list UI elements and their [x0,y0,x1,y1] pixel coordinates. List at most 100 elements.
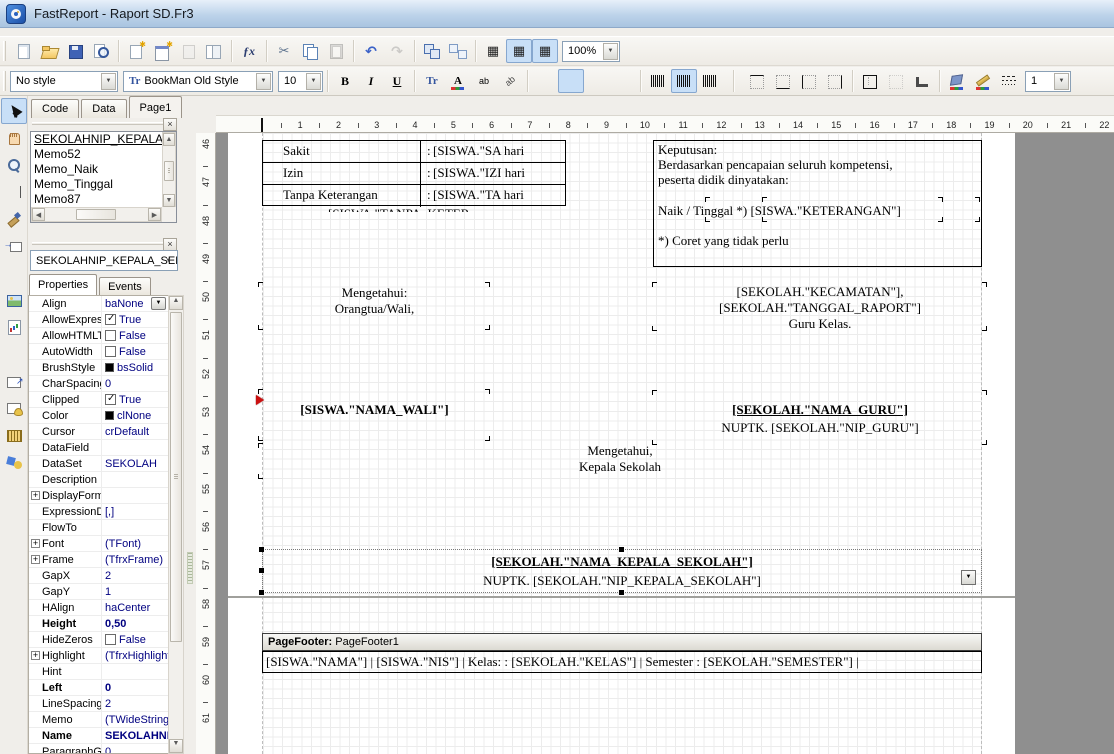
Memo87[interactable]: Memo87 [31,192,162,207]
chevron-down-icon[interactable]: ▼ [306,73,321,90]
property-value[interactable]: 1 [102,584,168,599]
line-width-select[interactable]: 1 ▼ [1025,71,1071,92]
data-object-button[interactable] [1,395,27,421]
toolbar-grip[interactable] [3,71,6,91]
GapY[interactable]: GapY 1 [29,584,168,600]
SEKOLAHNIP_KEPALA_SEKO[interactable]: SEKOLAHNIP_KEPALA_SEKO [31,132,162,147]
property-value[interactable]: (TfrxFrame) [102,552,168,567]
checkbox-icon[interactable] [105,330,116,341]
expand-icon[interactable] [29,744,42,754]
panel-splitter[interactable] [32,122,172,125]
HideZeros[interactable]: HideZeros False [29,632,168,648]
text-edit-tool[interactable] [1,179,27,205]
insert-band-button[interactable] [1,233,27,259]
frame-left-button[interactable] [796,69,822,93]
nama-wali-memo[interactable]: [SISWA."NAMA_WALI"] [262,402,487,418]
valign-top-button[interactable] [645,69,671,93]
frame-edit-button[interactable] [909,69,935,93]
preview-button[interactable] [88,39,114,63]
property-value[interactable]: 0,50 [102,616,168,631]
expand-icon[interactable] [29,520,42,535]
frame-bottom-button[interactable] [770,69,796,93]
Memo52[interactable]: Memo52 [31,147,162,162]
Frame[interactable]: + Frame (TfrxFrame) [29,552,168,568]
align-left-button[interactable] [532,69,558,93]
ExpressionDe[interactable]: ExpressionDe [,] [29,504,168,520]
property-value[interactable]: True [102,392,168,407]
checkbox-icon[interactable] [105,394,116,405]
scroll-up-icon[interactable]: ▲ [163,133,175,146]
Cursor[interactable]: Cursor crDefault [29,424,168,440]
select-tool[interactable] [1,98,27,124]
close-icon[interactable]: × [163,118,177,131]
ParagraphGa[interactable]: ParagraphGa 0 [29,744,168,754]
sum-object-button[interactable] [1,341,27,367]
property-value[interactable]: (TWideStrings) [102,712,168,727]
ole-object-button[interactable] [1,449,27,475]
frame-right-button[interactable] [822,69,848,93]
highlight-button[interactable]: ab [471,69,497,93]
valign-center-button[interactable] [671,69,697,93]
property-value[interactable]: 0 [102,376,168,391]
report-design-canvas[interactable]: Sakit : [SISWA."SA hari Izin : [SISWA."I… [216,133,1114,754]
chart-object-button[interactable] [1,314,27,340]
checkbox-icon[interactable] [105,314,116,325]
redo-button[interactable]: ↷ [384,39,410,63]
HAlign[interactable]: HAlign haCenter [29,600,168,616]
Events[interactable]: Events [99,277,151,295]
DataField[interactable]: DataField [29,440,168,456]
save-report-button[interactable] [62,39,88,63]
expand-icon[interactable]: + [29,552,42,567]
scroll-down-icon[interactable]: ▼ [163,194,175,207]
property-value[interactable]: SEKOLAHNIP_KEPALA_SEKOLAH [102,728,168,743]
table-row[interactable]: Tanpa Keterangan : [SISWA."TA hari [263,185,565,207]
property-value[interactable]: [,] [102,504,168,519]
zoom-select[interactable]: 100% ▼ [562,41,620,62]
AllowHTMLTa[interactable]: AllowHTMLTa False [29,328,168,344]
expand-icon[interactable] [29,664,42,679]
property-grid-scrollbar[interactable]: ▲ ▼ [168,295,184,754]
property-value[interactable]: (TfrxHighlight) [102,648,168,663]
expand-icon[interactable] [29,568,42,583]
page-settings-button[interactable] [201,39,227,63]
Clipped[interactable]: Clipped True [29,392,168,408]
size-to-grid-button[interactable]: ▦ [532,39,558,63]
copy-button[interactable] [297,39,323,63]
property-value[interactable] [102,488,168,503]
align-right-button[interactable] [584,69,610,93]
nama-kepala-sekolah-memo-selected[interactable]: [SEKOLAH."NAMA_KEPALA_SEKOLAH"] NUPTK. [… [262,549,982,593]
frame-all-button[interactable] [857,69,883,93]
Highlight[interactable]: + Highlight (TfrxHighlight) [29,648,168,664]
toolbar-grip[interactable] [3,41,6,61]
chevron-down-icon[interactable]: ▼ [161,252,176,269]
font-select[interactable]: Tr BookMan Old Style ▼ [123,71,273,92]
frame-top-button[interactable] [744,69,770,93]
property-value[interactable] [102,664,168,679]
property-value[interactable] [102,520,168,535]
underline-button[interactable]: U [384,69,410,93]
selection-handle[interactable] [619,590,624,595]
ungroup-button[interactable] [445,39,471,63]
expand-icon[interactable]: + [29,536,42,551]
expand-icon[interactable] [29,680,42,695]
Memo_Tinggal[interactable]: Memo_Tinggal [31,177,162,192]
table-row[interactable]: Izin : [SISWA."IZI hari [263,163,565,185]
expand-icon[interactable] [29,712,42,727]
variables-button[interactable]: ƒx [236,39,262,63]
decision-memo[interactable]: Keputusan: Berdasarkan pencapaian seluru… [653,140,982,267]
expand-icon[interactable]: + [29,648,42,663]
property-value[interactable]: bsSolid [102,360,168,375]
property-value[interactable] [102,440,168,455]
subreport-object-button[interactable] [1,368,27,394]
page-footer-band-header[interactable]: PageFooter: PageFooter1 [262,633,982,651]
Hint[interactable]: Hint [29,664,168,680]
expand-icon[interactable] [29,392,42,407]
selection-handle[interactable] [259,547,264,552]
Memo[interactable]: Memo (TWideStrings) [29,712,168,728]
expand-icon[interactable] [29,600,42,615]
Name[interactable]: Name SEKOLAHNIP_KEPALA_SEKOLAH [29,728,168,744]
Color[interactable]: Color clNone [29,408,168,424]
font-color-button[interactable]: A [445,69,471,93]
expand-icon[interactable] [29,408,42,423]
fill-color-button[interactable] [944,69,970,93]
